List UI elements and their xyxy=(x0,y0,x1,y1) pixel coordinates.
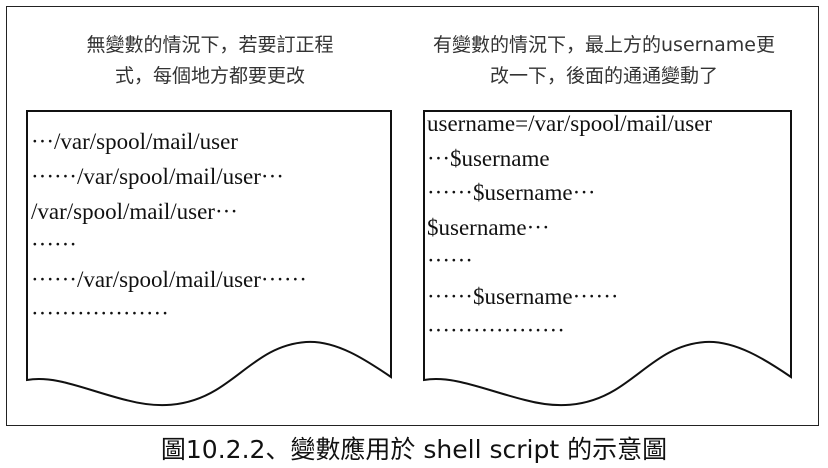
heading-line: 無變數的情況下，若要訂正程 xyxy=(86,34,334,56)
right-code-line: $username··· xyxy=(427,215,550,240)
right-code-line: username=/var/spool/mail/user xyxy=(427,111,713,136)
right-code-line: ·················· xyxy=(427,318,565,343)
left-code-line: ······ xyxy=(31,232,77,257)
right-code-line: ···$username xyxy=(427,146,550,171)
figure-caption: 圖10.2.2、變數應用於 shell script 的示意圖 xyxy=(160,435,668,464)
left-code-line: ·················· xyxy=(31,301,169,326)
heading-line: 有變數的情況下，最上方的username更 xyxy=(433,34,775,56)
left-panel-heading: 無變數的情況下，若要訂正程 式，每個地方都要更改 xyxy=(30,30,390,92)
heading-line: 式，每個地方都要更改 xyxy=(114,65,305,87)
heading-line: 改一下，後面的通通變動了 xyxy=(489,65,718,87)
right-code-line: ······$username··· xyxy=(427,180,596,205)
left-code-line: /var/spool/mail/user··· xyxy=(31,199,238,224)
left-code-line: ···/var/spool/mail/user xyxy=(31,129,238,154)
left-code-line: ······/var/spool/mail/user······ xyxy=(31,267,307,292)
right-code-line: ······$username······ xyxy=(427,284,619,309)
right-code-line: ······ xyxy=(427,248,473,273)
right-panel-heading: 有變數的情況下，最上方的username更 改一下，後面的通通變動了 xyxy=(402,30,806,92)
left-code-line: ······/var/spool/mail/user··· xyxy=(31,164,284,189)
